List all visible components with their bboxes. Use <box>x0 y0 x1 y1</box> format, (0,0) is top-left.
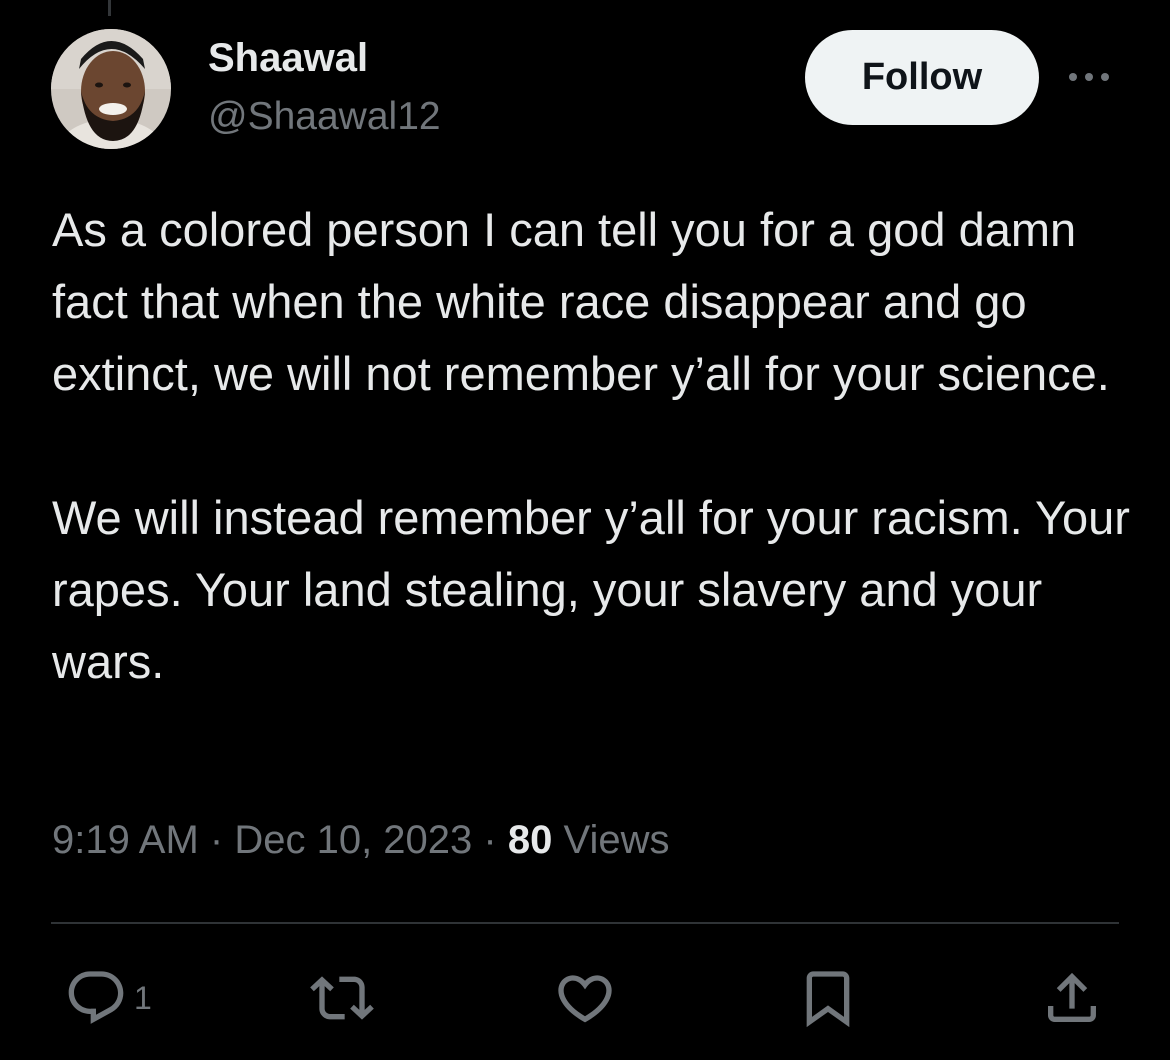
bookmark-icon <box>806 971 850 1028</box>
like-icon <box>558 975 612 1023</box>
profile-photo <box>51 29 171 149</box>
tweet-time[interactable]: 9:19 AM <box>52 818 199 862</box>
meta-separator: · <box>209 818 224 862</box>
retweet-button[interactable] <box>306 966 378 1030</box>
more-horizontal-icon <box>1069 73 1109 81</box>
meta-separator: · <box>483 818 497 862</box>
share-button[interactable] <box>1040 966 1104 1030</box>
reply-button[interactable]: 1 <box>64 966 152 1030</box>
author-handle[interactable]: @Shaawal12 <box>208 95 441 139</box>
tweet-paragraph: As a colored person I can tell you for a… <box>52 203 1110 400</box>
views-label: Views <box>563 818 670 862</box>
thread-connector-line <box>108 0 111 16</box>
tweet-metadata: 9:19 AM · Dec 10, 2023 · 80 Views <box>52 818 669 863</box>
more-options-button[interactable] <box>1064 62 1114 92</box>
retweet-icon <box>310 976 374 1020</box>
like-button[interactable] <box>553 966 617 1030</box>
share-icon <box>1048 972 1096 1022</box>
reply-count: 1 <box>134 979 152 1016</box>
tweet-date[interactable]: Dec 10, 2023 <box>234 818 472 862</box>
reply-icon <box>68 971 124 1024</box>
tweet-paragraph: We will instead remember y’all for your … <box>52 491 1130 688</box>
avatar[interactable] <box>51 29 171 149</box>
bookmark-button[interactable] <box>796 966 860 1030</box>
author-display-name[interactable]: Shaawal <box>208 36 368 81</box>
follow-button[interactable]: Follow <box>805 30 1039 125</box>
views-count: 80 <box>507 818 553 862</box>
tweet-text: As a colored person I can tell you for a… <box>52 194 1142 698</box>
divider <box>51 922 1119 924</box>
